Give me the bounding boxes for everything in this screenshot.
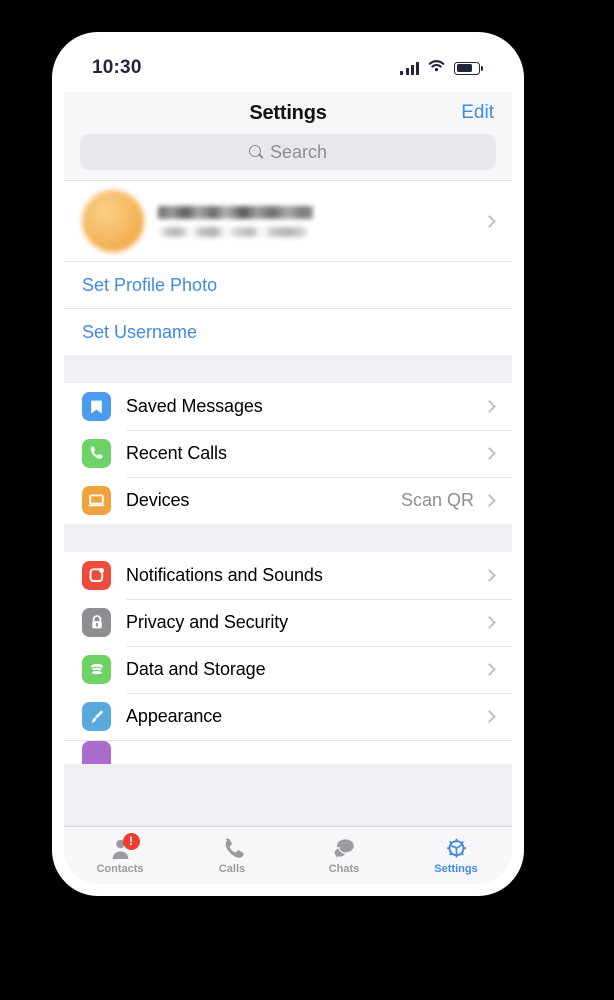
tab-label: Chats bbox=[328, 863, 360, 875]
search-icon bbox=[248, 145, 263, 159]
tab-calls[interactable]: Calls bbox=[176, 827, 288, 884]
profile-name-redacted bbox=[158, 205, 313, 219]
group-separator bbox=[64, 355, 512, 383]
settings-list[interactable]: Set Profile Photo Set Username Saved Mes… bbox=[64, 181, 512, 826]
status-badge: ! bbox=[122, 833, 140, 850]
profile-phone-redacted bbox=[158, 226, 306, 237]
row-label: Privacy and Security bbox=[126, 612, 289, 632]
row-label: Devices bbox=[126, 490, 190, 510]
tab-contacts[interactable]: ! Contacts bbox=[64, 827, 176, 884]
chevron-right-icon bbox=[483, 616, 496, 629]
battery-icon bbox=[454, 61, 483, 75]
row-label: Appearance bbox=[126, 706, 223, 726]
settings-row-privacy-and-security[interactable]: Privacy and Security bbox=[64, 599, 512, 646]
settings-group-2: Notifications and Sounds Privacy and Sec… bbox=[64, 552, 512, 764]
chevron-right-icon bbox=[483, 663, 496, 676]
set-profile-photo-row[interactable]: Set Profile Photo bbox=[64, 261, 512, 308]
status-indicators bbox=[400, 59, 483, 77]
chevron-right-icon bbox=[483, 447, 496, 460]
tab-bar: ! Contacts Calls Chats Settings bbox=[64, 826, 512, 884]
status-bar: 10:30 bbox=[64, 44, 512, 92]
edit-button[interactable]: Edit bbox=[461, 102, 494, 124]
search-input[interactable]: Search bbox=[80, 134, 496, 170]
settings-row-recent-calls[interactable]: Recent Calls bbox=[64, 430, 512, 477]
settings-row-saved-messages[interactable]: Saved Messages bbox=[64, 383, 512, 430]
settings-row-partially-visible[interactable] bbox=[64, 740, 512, 764]
chevron-right-icon bbox=[483, 569, 496, 582]
profile-identity bbox=[158, 205, 485, 237]
tab-label: Settings bbox=[434, 863, 478, 875]
page-title: Settings bbox=[249, 101, 327, 124]
bookmark-icon bbox=[82, 392, 111, 421]
paintbrush-icon bbox=[82, 702, 111, 731]
settings-row-notifications-and-sounds[interactable]: Notifications and Sounds bbox=[64, 552, 512, 599]
row-label: Recent Calls bbox=[126, 443, 227, 463]
notification-icon bbox=[82, 561, 111, 590]
row-label: Notifications and Sounds bbox=[126, 565, 323, 585]
group-separator bbox=[64, 524, 512, 552]
navigation-bar: Settings Edit Search bbox=[64, 92, 512, 181]
search-placeholder: Search bbox=[269, 141, 328, 162]
wifi-icon bbox=[428, 59, 445, 77]
settings-row-appearance[interactable]: Appearance bbox=[64, 693, 512, 740]
contacts-icon: ! bbox=[107, 833, 140, 861]
gear-icon bbox=[443, 836, 470, 861]
settings-row-data-and-storage[interactable]: Data and Storage bbox=[64, 646, 512, 693]
cellular-bars-icon bbox=[400, 61, 419, 75]
chevron-right-icon bbox=[483, 710, 496, 723]
settings-group-1: Saved Messages Recent Calls Devices Scan… bbox=[64, 383, 512, 524]
avatar bbox=[82, 190, 144, 252]
laptop-icon bbox=[82, 486, 111, 515]
lock-icon bbox=[82, 608, 111, 637]
navigation-row: Settings Edit bbox=[64, 92, 512, 134]
phone-frame: 10:30 Settings Edit Search Set Profile P… bbox=[52, 32, 524, 896]
search-container: Search bbox=[64, 134, 512, 170]
tab-chats[interactable]: Chats bbox=[288, 827, 400, 884]
phone-icon bbox=[82, 439, 111, 468]
chevron-right-icon bbox=[483, 214, 496, 228]
chevron-right-icon bbox=[483, 494, 496, 507]
row-label: Saved Messages bbox=[126, 396, 263, 416]
chevron-right-icon bbox=[483, 400, 496, 413]
set-username-row[interactable]: Set Username bbox=[64, 308, 512, 355]
chat-bubbles-icon bbox=[331, 836, 358, 861]
phone-screen: 10:30 Settings Edit Search Set Profile P… bbox=[64, 44, 512, 884]
profile-row[interactable] bbox=[64, 181, 512, 261]
tab-settings[interactable]: Settings bbox=[400, 827, 512, 884]
tab-label: Calls bbox=[218, 863, 246, 875]
language-icon bbox=[82, 741, 111, 764]
row-value: Scan QR bbox=[400, 490, 474, 510]
database-icon bbox=[82, 655, 111, 684]
phone-handset-icon bbox=[219, 836, 246, 861]
status-time: 10:30 bbox=[92, 57, 142, 78]
tab-label: Contacts bbox=[96, 863, 144, 875]
row-label: Data and Storage bbox=[126, 659, 266, 679]
profile-group: Set Profile Photo Set Username bbox=[64, 181, 512, 355]
settings-row-devices[interactable]: Devices Scan QR bbox=[64, 477, 512, 524]
